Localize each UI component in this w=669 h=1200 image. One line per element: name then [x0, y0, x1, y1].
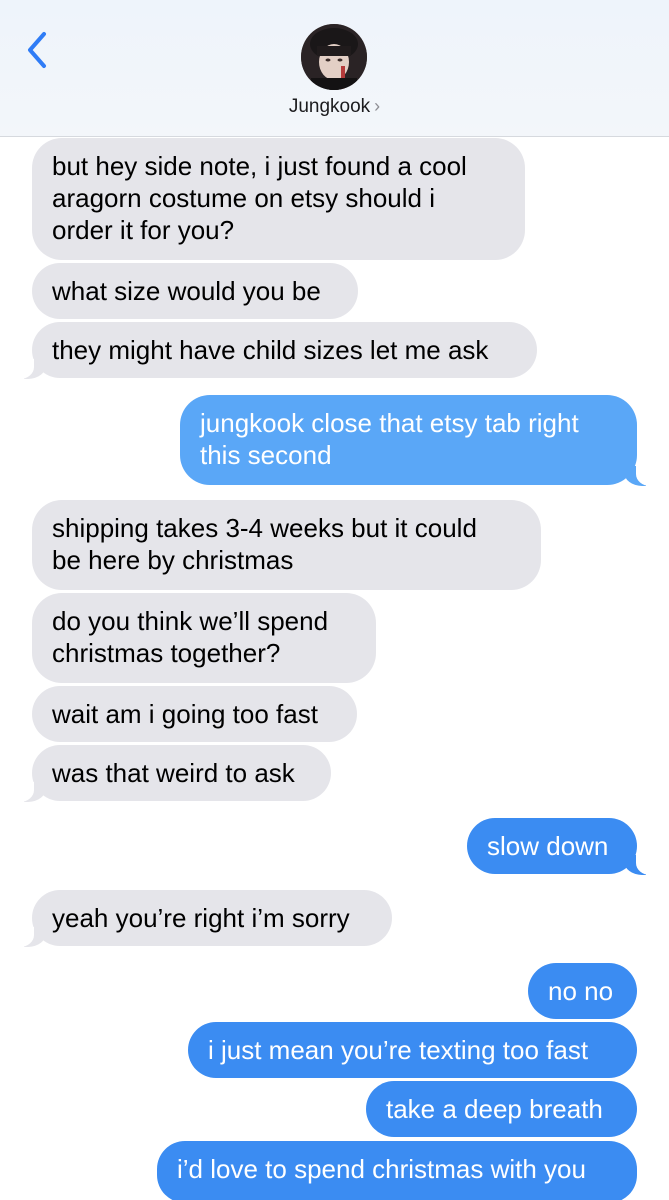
message-text-line: shipping takes 3-4 weeks but it could — [52, 513, 477, 543]
message-text-line: wait am i going too fast — [52, 699, 318, 729]
message-bubble-incoming[interactable]: shipping takes 3-4 weeks but it could be… — [32, 500, 541, 590]
message-text-line: was that weird to ask — [52, 758, 295, 788]
message-text-line: but hey side note, i just found a cool — [52, 151, 467, 181]
contact-avatar[interactable] — [301, 24, 367, 90]
message-text-line: slow down — [487, 831, 609, 861]
bubble-tail — [12, 782, 46, 802]
bubble-tail — [624, 855, 658, 875]
message-text-line: they might have child sizes let me ask — [52, 335, 489, 365]
message-bubble-outgoing[interactable]: slow down — [467, 818, 637, 874]
message-text-line: no no — [548, 976, 614, 1006]
bubble-tail — [12, 927, 46, 947]
message-bubble-outgoing[interactable]: take a deep breath — [366, 1081, 637, 1137]
back-button[interactable] — [18, 28, 58, 72]
message-bubble-incoming[interactable]: was that weird to ask — [32, 745, 331, 801]
message-text-line: what size would you be — [52, 276, 321, 306]
message-text-line: be here by christmas — [52, 545, 294, 575]
contact-name[interactable]: Jungkook › — [0, 96, 669, 118]
message-bubble-incoming[interactable]: do you think we’ll spend christmas toget… — [32, 593, 376, 683]
message-bubble-incoming[interactable]: but hey side note, i just found a cool a… — [32, 138, 525, 260]
message-text-line: take a deep breath — [386, 1094, 603, 1124]
message-text-line: jungkook close that etsy tab right — [200, 408, 579, 438]
message-text-line: i just mean you’re texting too fast — [208, 1035, 589, 1065]
message-text-line: christmas together? — [52, 638, 281, 668]
avatar-photo-icon — [301, 24, 367, 90]
message-text-line: this second — [200, 440, 332, 470]
messages-screen: Jungkook › but hey side note, i just foun… — [0, 0, 669, 1200]
message-bubble-incoming[interactable]: what size would you be — [32, 263, 358, 319]
conversation-header: Jungkook › — [0, 0, 669, 137]
message-text-line: do you think we’ll spend — [52, 606, 329, 636]
message-bubble-outgoing[interactable]: jungkook close that etsy tab right this … — [180, 395, 637, 485]
message-bubble-outgoing[interactable]: i’d love to spend christmas with you — [157, 1141, 637, 1200]
bubble-tail — [12, 359, 46, 379]
contact-name-label: Jungkook — [288, 96, 371, 117]
bubble-tail — [624, 466, 658, 486]
message-bubble-incoming[interactable]: wait am i going too fast — [32, 686, 357, 742]
chevron-left-icon — [28, 32, 46, 68]
message-text-line: i’d love to spend christmas with you — [177, 1154, 586, 1184]
message-text-line: order it for you? — [52, 215, 235, 245]
message-text-line: aragorn costume on etsy should i — [52, 183, 435, 213]
message-bubble-outgoing[interactable]: no no — [528, 963, 637, 1019]
chevron-right-icon: › — [374, 96, 381, 116]
message-bubble-incoming[interactable]: yeah you’re right i’m sorry — [32, 890, 392, 946]
message-bubble-incoming[interactable]: they might have child sizes let me ask — [32, 322, 537, 378]
message-text-line: yeah you’re right i’m sorry — [52, 903, 350, 933]
message-bubble-outgoing[interactable]: i just mean you’re texting too fast — [188, 1022, 637, 1078]
